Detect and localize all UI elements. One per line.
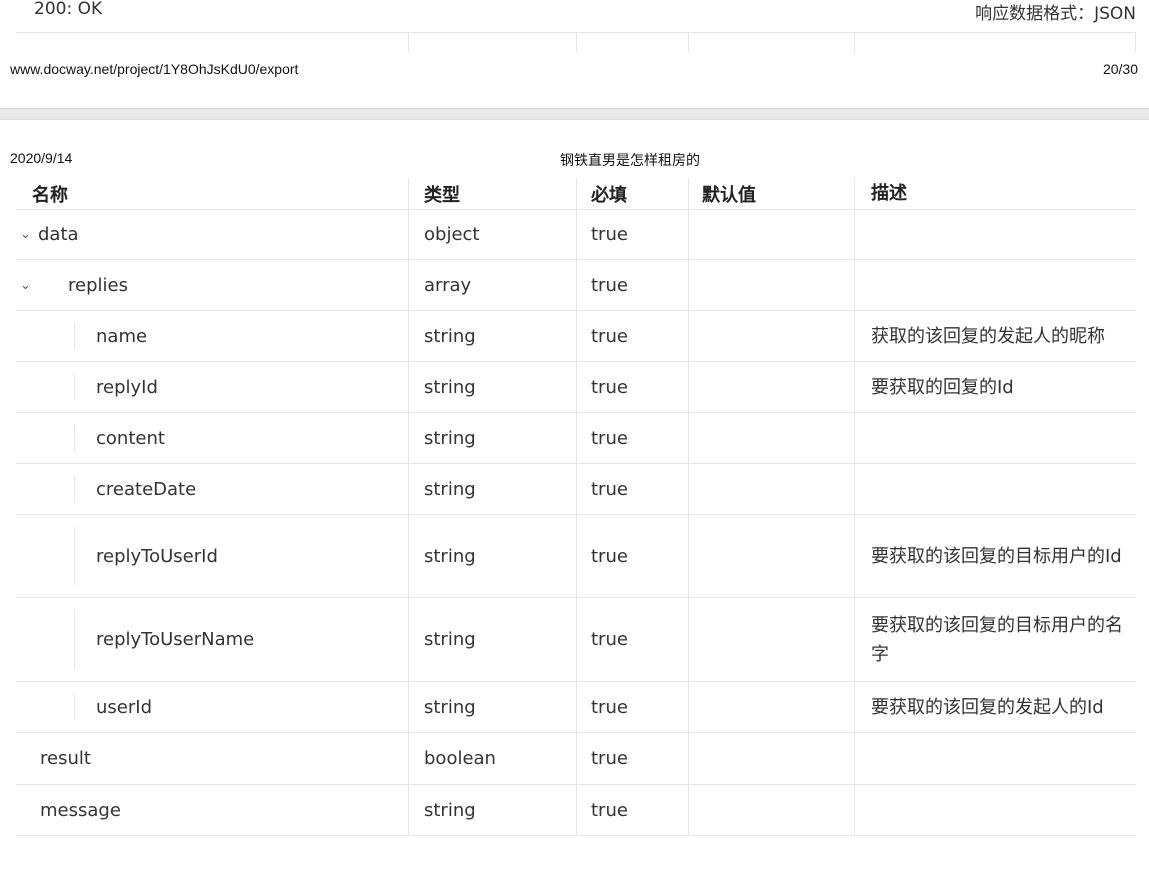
column-header-required: 必填 <box>591 184 627 206</box>
response-fields-table: 名称 类型 必填 默认值 描述 ⌄ data object true ⌄ rep… <box>16 178 1136 836</box>
field-type: boolean <box>424 748 496 769</box>
field-type: array <box>424 274 472 296</box>
chevron-down-icon[interactable]: ⌄ <box>20 227 38 242</box>
field-description: 要获取的回复的Id <box>871 376 1014 398</box>
field-required: true <box>591 427 628 449</box>
field-required: true <box>591 274 628 296</box>
field-type: string <box>424 629 476 650</box>
table-row: result boolean true <box>16 733 1136 785</box>
field-required: true <box>591 478 628 500</box>
table-row: replyToUserName string true 要获取的该回复的目标用户… <box>16 598 1136 682</box>
field-name: replies <box>68 274 128 296</box>
table-header-row: 名称 类型 必填 默认值 描述 <box>16 178 1136 210</box>
field-type: string <box>424 799 476 821</box>
field-default <box>702 785 852 835</box>
header-date: 2020/9/14 <box>10 150 73 166</box>
table-row: createDate string true <box>16 464 1136 515</box>
column-header-name: 名称 <box>32 184 68 206</box>
field-type: string <box>424 696 476 718</box>
field-required: true <box>591 224 628 245</box>
table-row: replyToUserId string true 要获取的该回复的目标用户的I… <box>16 515 1136 598</box>
field-required: true <box>591 696 628 718</box>
field-default <box>702 464 852 514</box>
footer-page-number: 20/30 <box>1102 61 1138 77</box>
field-description: 要获取的该回复的目标用户的名字 <box>871 614 1123 665</box>
table-row: name string true 获取的该回复的发起人的昵称 <box>16 311 1136 362</box>
field-name: replyId <box>96 376 158 398</box>
field-type: string <box>424 376 476 398</box>
field-name: data <box>38 224 79 245</box>
status-code: 200: OK <box>34 0 103 19</box>
field-description <box>871 413 1133 463</box>
field-default <box>702 682 852 732</box>
field-name: content <box>96 427 165 449</box>
field-name: userId <box>96 696 152 718</box>
field-name: message <box>40 799 121 821</box>
field-default <box>702 210 852 259</box>
previous-table-fragment <box>16 32 1136 53</box>
field-type: string <box>424 325 476 347</box>
field-required: true <box>591 376 628 398</box>
field-description: 要获取的该回复的发起人的Id <box>871 696 1104 718</box>
table-row: message string true <box>16 785 1136 836</box>
field-description <box>871 260 1133 310</box>
field-name: createDate <box>96 478 197 500</box>
field-description <box>871 210 1133 259</box>
field-required: true <box>591 799 628 821</box>
field-description <box>871 733 1133 784</box>
column-header-default: 默认值 <box>702 184 756 206</box>
field-name: name <box>96 325 148 347</box>
field-required: true <box>591 545 628 567</box>
field-type: object <box>424 224 480 245</box>
field-required: true <box>591 325 628 347</box>
field-required: true <box>591 748 628 769</box>
table-row: content string true <box>16 413 1136 464</box>
table-row: ⌄ data object true <box>16 210 1136 260</box>
field-type: string <box>424 427 476 449</box>
footer-url: www.docway.net/project/1Y8OhJsKdU0/expor… <box>10 61 299 77</box>
field-default <box>702 598 852 681</box>
field-default <box>702 733 852 784</box>
table-row: replyId string true 要获取的回复的Id <box>16 362 1136 413</box>
field-default <box>702 515 852 597</box>
field-default <box>702 413 852 463</box>
field-description <box>871 464 1133 514</box>
field-description: 要获取的该回复的目标用户的Id <box>871 545 1122 567</box>
field-name: replyToUserName <box>96 629 255 650</box>
table-row: userId string true 要获取的该回复的发起人的Id <box>16 682 1136 733</box>
field-description: 获取的该回复的发起人的昵称 <box>871 325 1105 347</box>
chevron-down-icon[interactable]: ⌄ <box>20 278 68 293</box>
field-name: replyToUserId <box>96 545 218 567</box>
field-description <box>871 785 1133 835</box>
field-default <box>702 260 852 310</box>
field-type: string <box>424 478 476 500</box>
field-default <box>702 362 852 412</box>
response-format: 响应数据格式：JSON <box>975 4 1136 24</box>
column-header-type: 类型 <box>424 184 460 206</box>
table-row: ⌄ replies array true <box>16 260 1136 311</box>
header-title: 钢铁直男是怎样租房的 <box>560 153 700 169</box>
field-name: result <box>40 748 91 769</box>
field-type: string <box>424 545 476 567</box>
column-header-description: 描述 <box>871 183 907 204</box>
field-default <box>702 311 852 361</box>
page-break <box>0 108 1149 120</box>
field-required: true <box>591 629 628 650</box>
